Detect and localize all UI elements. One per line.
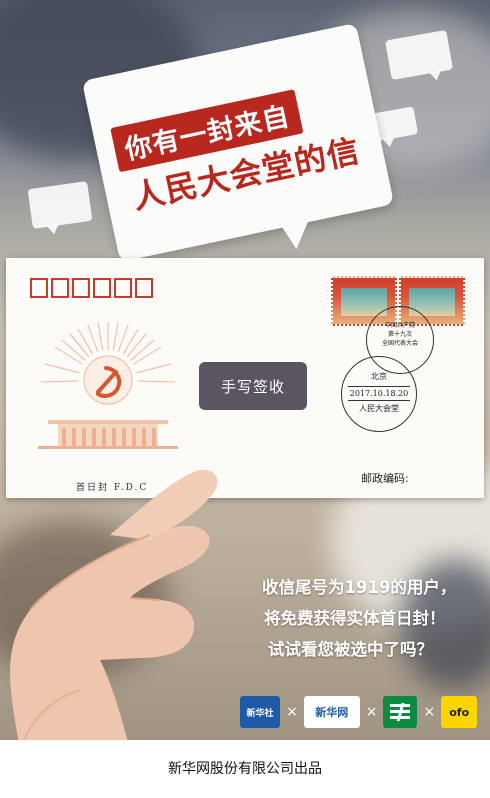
promo-line-3: 试试看您被选中了吗？: [268, 640, 433, 659]
ofo-logo-label: ofo: [449, 705, 470, 719]
postcode-boxes: [30, 278, 153, 298]
xinhuashe-logo-label: 新华社: [246, 708, 274, 719]
promo-line-1: 收信尾号为1919的用户，: [262, 578, 457, 597]
poster: 你有一封来自 人民大会堂的信 首日封 F.D.C 中国共产党 第十九次 全国代表…: [0, 0, 490, 740]
postmark-date-text: 2017.10.18.20: [348, 386, 410, 401]
footer-credit: 新华网股份有限公司出品: [0, 740, 490, 790]
postcode-box: [51, 278, 69, 298]
postmark-line: 全国代表大会: [381, 340, 418, 347]
xinhuashe-logo-icon: 新华社: [240, 696, 280, 728]
postmark-city: 北京: [371, 372, 387, 381]
speech-bubble-decoration: [27, 181, 93, 229]
ofo-logo-icon: ofo: [441, 696, 478, 728]
hand-holding-envelope: [10, 469, 218, 740]
china-post-mark-icon: [390, 703, 411, 721]
postcode-box: [114, 278, 132, 298]
postcode-box: [30, 278, 48, 298]
handwritten-signature-button[interactable]: 手写签收: [199, 362, 307, 410]
xinhuanet-logo-label: 新华网: [315, 706, 349, 719]
postcode-box: [135, 278, 153, 298]
xinhuanet-logo-icon: 新华网: [303, 696, 360, 728]
postmark-line: 第十九次: [387, 331, 412, 338]
postmark-line: 中国共产党: [384, 322, 415, 329]
separator-times: ×: [286, 704, 298, 720]
separator-times: ×: [365, 704, 378, 720]
postmark-place: 人民大会堂: [359, 404, 399, 413]
postcode-box: [72, 278, 90, 298]
promo-line-2: 将免费获得实体首日封！: [264, 609, 446, 628]
promo-text: 收信尾号为1919的用户， 将免费获得实体首日封！ 试试看您被选中了吗？: [262, 572, 482, 665]
china-post-logo-icon: [383, 696, 418, 728]
postmark-date: 北京 2017.10.18.20 人民大会堂: [341, 356, 417, 432]
postcode-box: [93, 278, 111, 298]
partner-logos: 新华社 × 新华网 × × ofo: [240, 695, 478, 729]
postcode-label: 邮政编码:: [361, 472, 409, 485]
separator-times: ×: [423, 704, 436, 720]
